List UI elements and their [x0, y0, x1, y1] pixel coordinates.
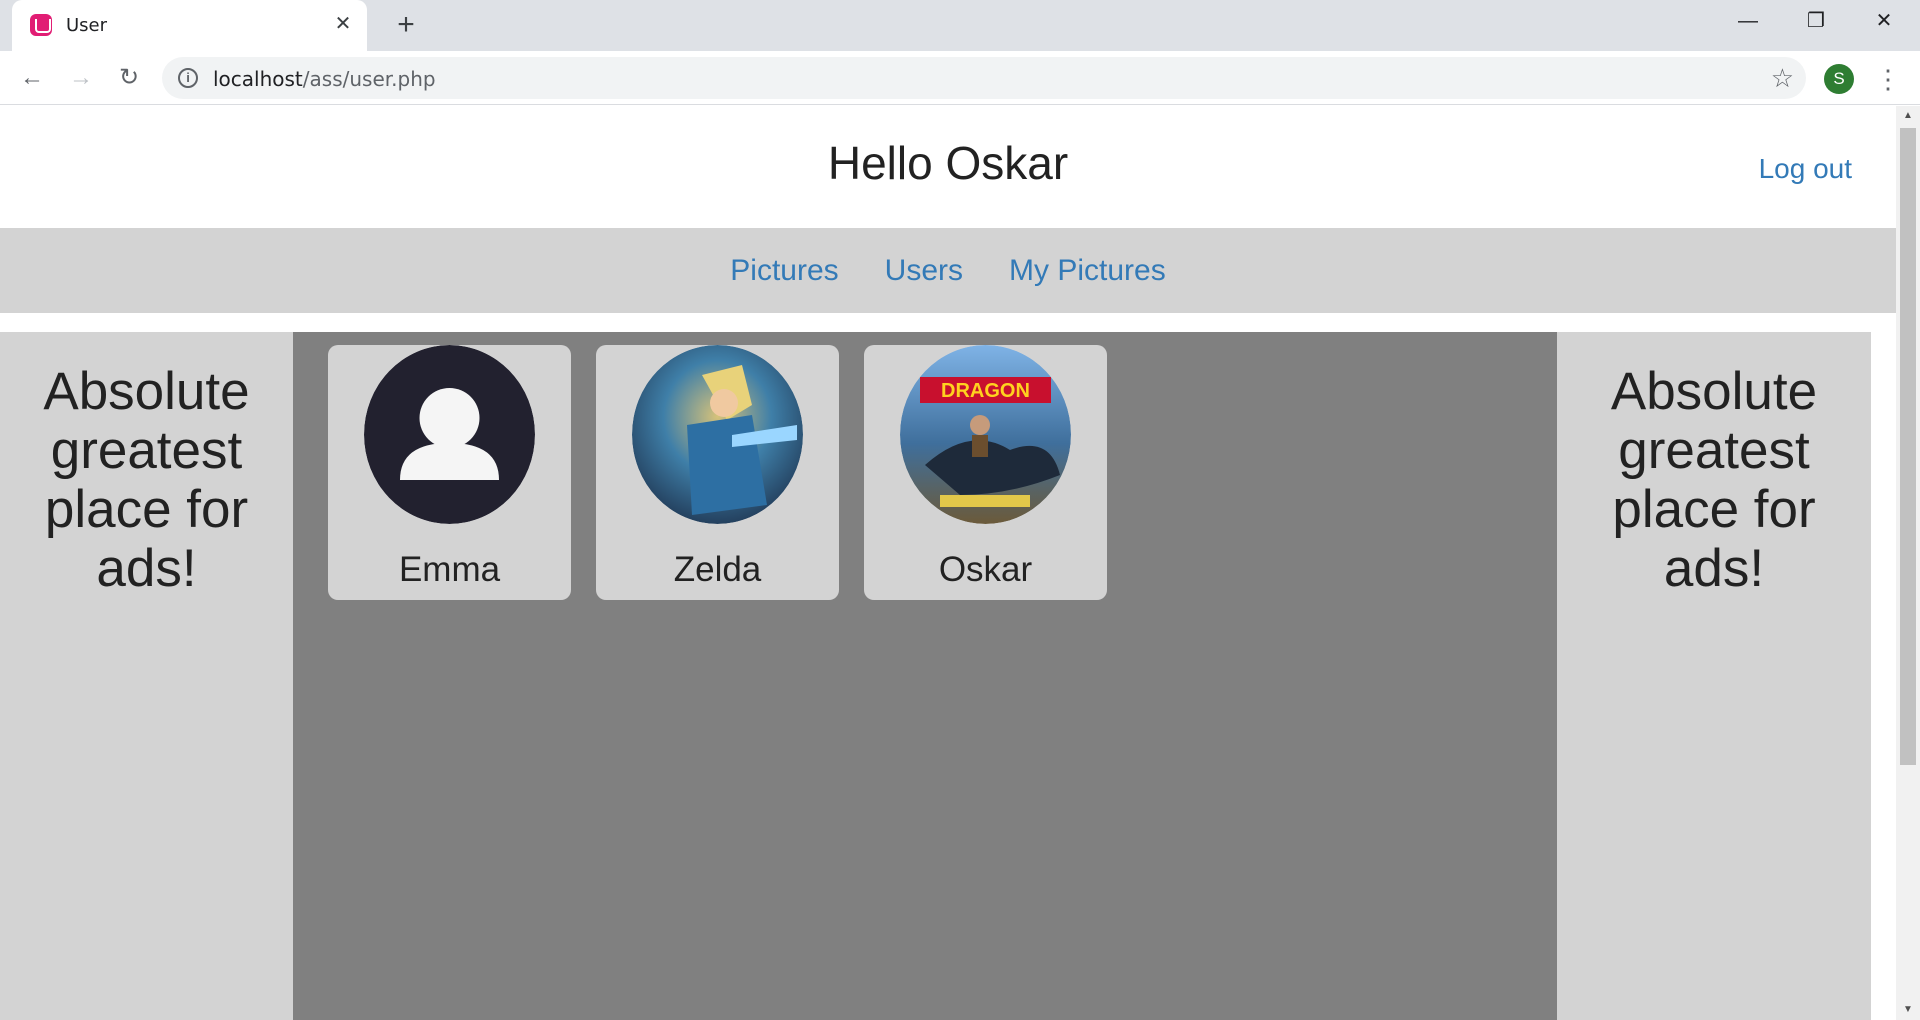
user-name: Emma: [398, 550, 501, 589]
ad-right: Absolute greatest place for ads!: [1557, 332, 1871, 1020]
nav-link-my-pictures[interactable]: My Pictures: [1009, 254, 1166, 288]
scroll-down-icon[interactable]: ▼: [1896, 1000, 1920, 1020]
back-icon[interactable]: ←: [14, 60, 50, 96]
scrollbar-thumb[interactable]: [1900, 128, 1916, 765]
nav-link-pictures[interactable]: Pictures: [730, 254, 838, 288]
reload-icon[interactable]: ↻: [111, 60, 147, 96]
url-text[interactable]: localhost/ass/user.php: [213, 67, 436, 91]
forward-icon[interactable]: →: [63, 60, 99, 96]
scroll-up-icon[interactable]: ▲: [1896, 106, 1920, 126]
page-viewport: Hello Oskar Log out Pictures Users My Pi…: [0, 106, 1920, 1020]
user-name: Zelda: [673, 550, 762, 589]
page-scrollbar[interactable]: ▲ ▼: [1896, 106, 1920, 1020]
tab-title: User: [66, 15, 108, 36]
browser-toolbar: ← → ↻ i localhost/ass/user.php ☆ S ⋮: [0, 51, 1920, 105]
user-cards: Emma Zelda DRAGON Oskar: [328, 345, 1107, 600]
user-card-zelda[interactable]: Zelda: [596, 345, 839, 600]
browser-tab[interactable]: User ✕: [12, 0, 367, 51]
user-card-emma[interactable]: Emma: [328, 345, 571, 600]
default-user-avatar-icon: [364, 345, 535, 524]
favicon-icon: [30, 14, 52, 36]
main-nav: Pictures Users My Pictures: [0, 228, 1896, 313]
minimize-icon[interactable]: —: [1718, 6, 1778, 36]
browser-menu-icon[interactable]: ⋮: [1875, 61, 1901, 97]
user-name: Oskar: [938, 550, 1033, 589]
bookmark-star-icon[interactable]: ☆: [1771, 63, 1794, 93]
dragon-avatar-image: DRAGON: [900, 345, 1071, 524]
site-info-icon[interactable]: i: [178, 68, 198, 88]
nav-link-users[interactable]: Users: [885, 254, 963, 288]
ad-left: Absolute greatest place for ads!: [0, 332, 293, 1020]
tab-strip: User ✕ + — ❐ ✕: [0, 0, 1920, 51]
restore-icon[interactable]: ❐: [1786, 6, 1846, 36]
page-body: Hello Oskar Log out Pictures Users My Pi…: [0, 106, 1896, 1020]
users-content: Emma Zelda DRAGON Oskar: [293, 332, 1557, 1020]
close-window-icon[interactable]: ✕: [1854, 6, 1914, 36]
user-card-oskar[interactable]: DRAGON Oskar: [864, 345, 1107, 600]
close-tab-icon[interactable]: ✕: [331, 12, 355, 36]
page-header: Hello Oskar Log out: [0, 106, 1896, 228]
greeting-heading: Hello Oskar: [827, 137, 1069, 189]
profile-avatar[interactable]: S: [1824, 64, 1854, 94]
svg-text:DRAGON: DRAGON: [941, 380, 1030, 402]
zelda-avatar-image: [632, 345, 803, 524]
logout-link[interactable]: Log out: [1759, 153, 1852, 185]
new-tab-icon[interactable]: +: [390, 10, 422, 42]
address-bar[interactable]: i localhost/ass/user.php ☆: [162, 57, 1806, 99]
